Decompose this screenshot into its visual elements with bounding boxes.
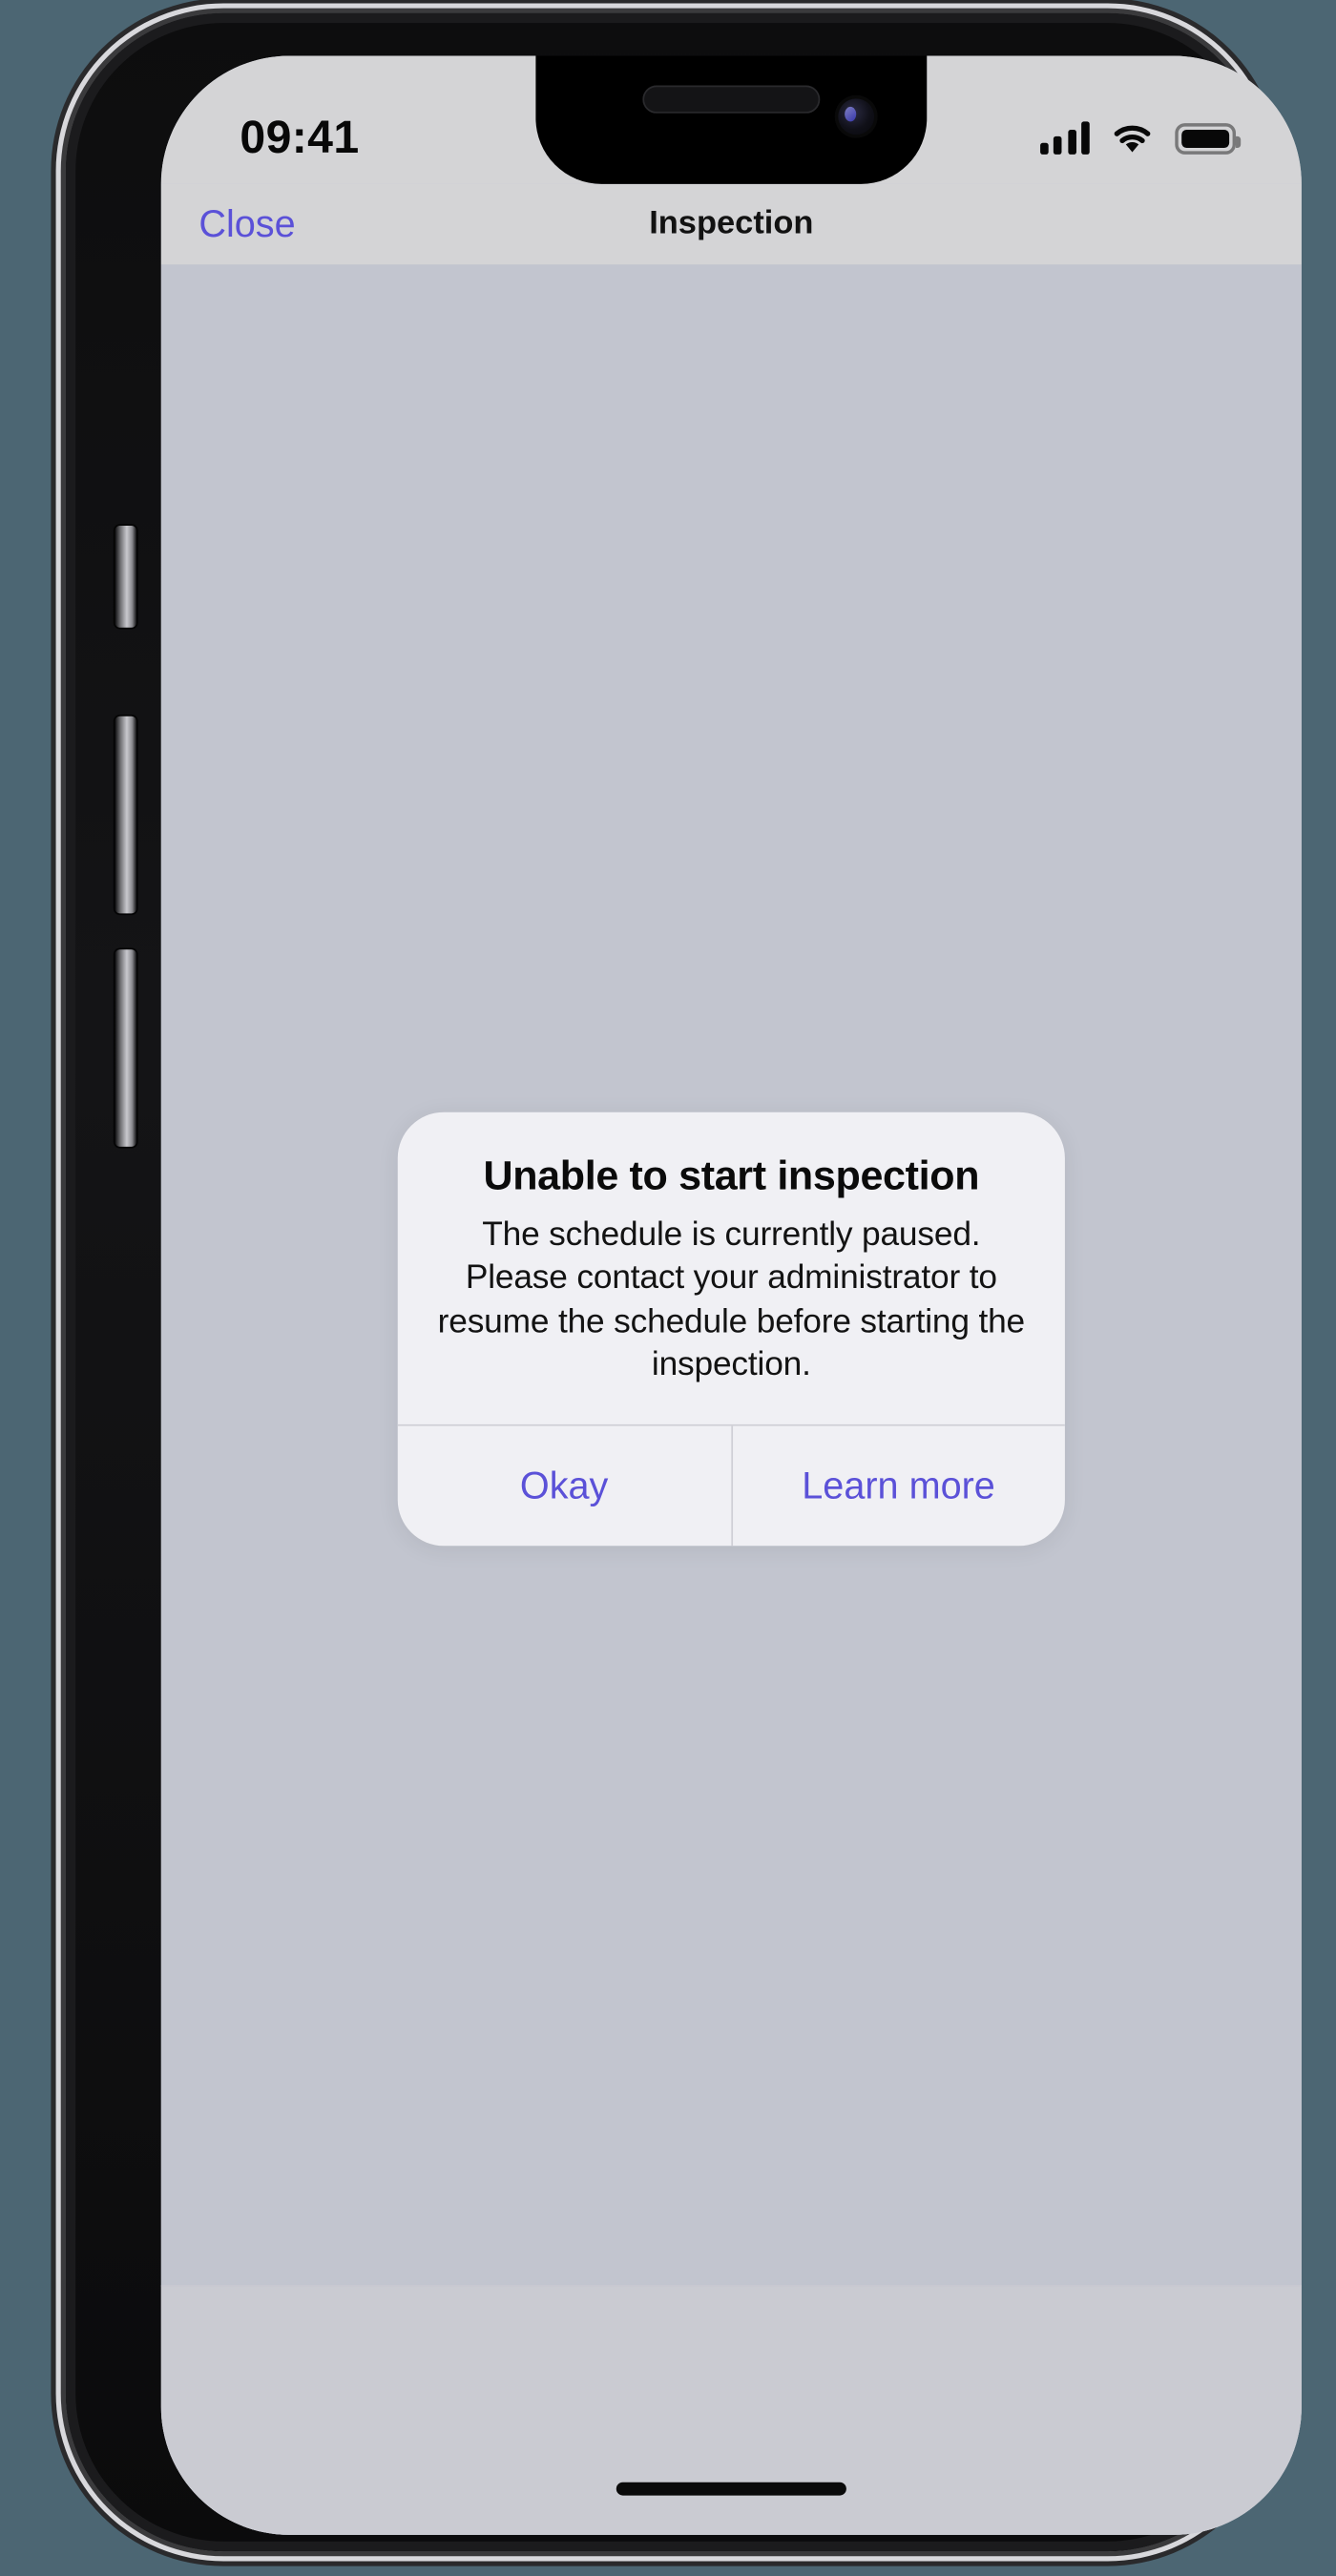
earpiece-speaker-icon [642,85,821,114]
alert-okay-button[interactable]: Okay [398,1426,731,1547]
phone-screen: 09:41 Close Inspection Unable to start i… [160,55,1302,2535]
bottom-bar [160,2285,1302,2535]
cellular-signal-icon [1039,121,1090,155]
alert-title: Unable to start inspection [483,1153,980,1199]
volume-down-button[interactable] [115,949,136,1147]
phone-body: 09:41 Close Inspection Unable to start i… [65,12,1302,2552]
mute-switch-button[interactable] [115,526,136,628]
alert-learn-more-button[interactable]: Learn more [730,1425,1064,1547]
close-button[interactable]: Close [186,196,309,253]
notch [535,55,928,184]
device-scaler: 09:41 Close Inspection Unable to start i… [0,0,1336,2576]
volume-up-button[interactable] [115,716,136,914]
alert-message: The schedule is currently paused. Please… [437,1215,1026,1384]
front-camera-icon [834,94,878,138]
status-bar-icons [1039,121,1242,155]
status-bar-time: 09:41 [240,112,360,163]
wifi-icon [1111,122,1154,154]
alert-actions: Okay Learn more [397,1423,1065,1547]
alert-dialog: Unable to start inspection The schedule … [397,1111,1065,1547]
page-title: Inspection [649,205,814,242]
navigation-bar: Close Inspection [160,183,1302,265]
alert-body: Unable to start inspection The schedule … [398,1112,1065,1424]
battery-icon [1175,122,1242,154]
home-indicator[interactable] [616,2482,846,2496]
